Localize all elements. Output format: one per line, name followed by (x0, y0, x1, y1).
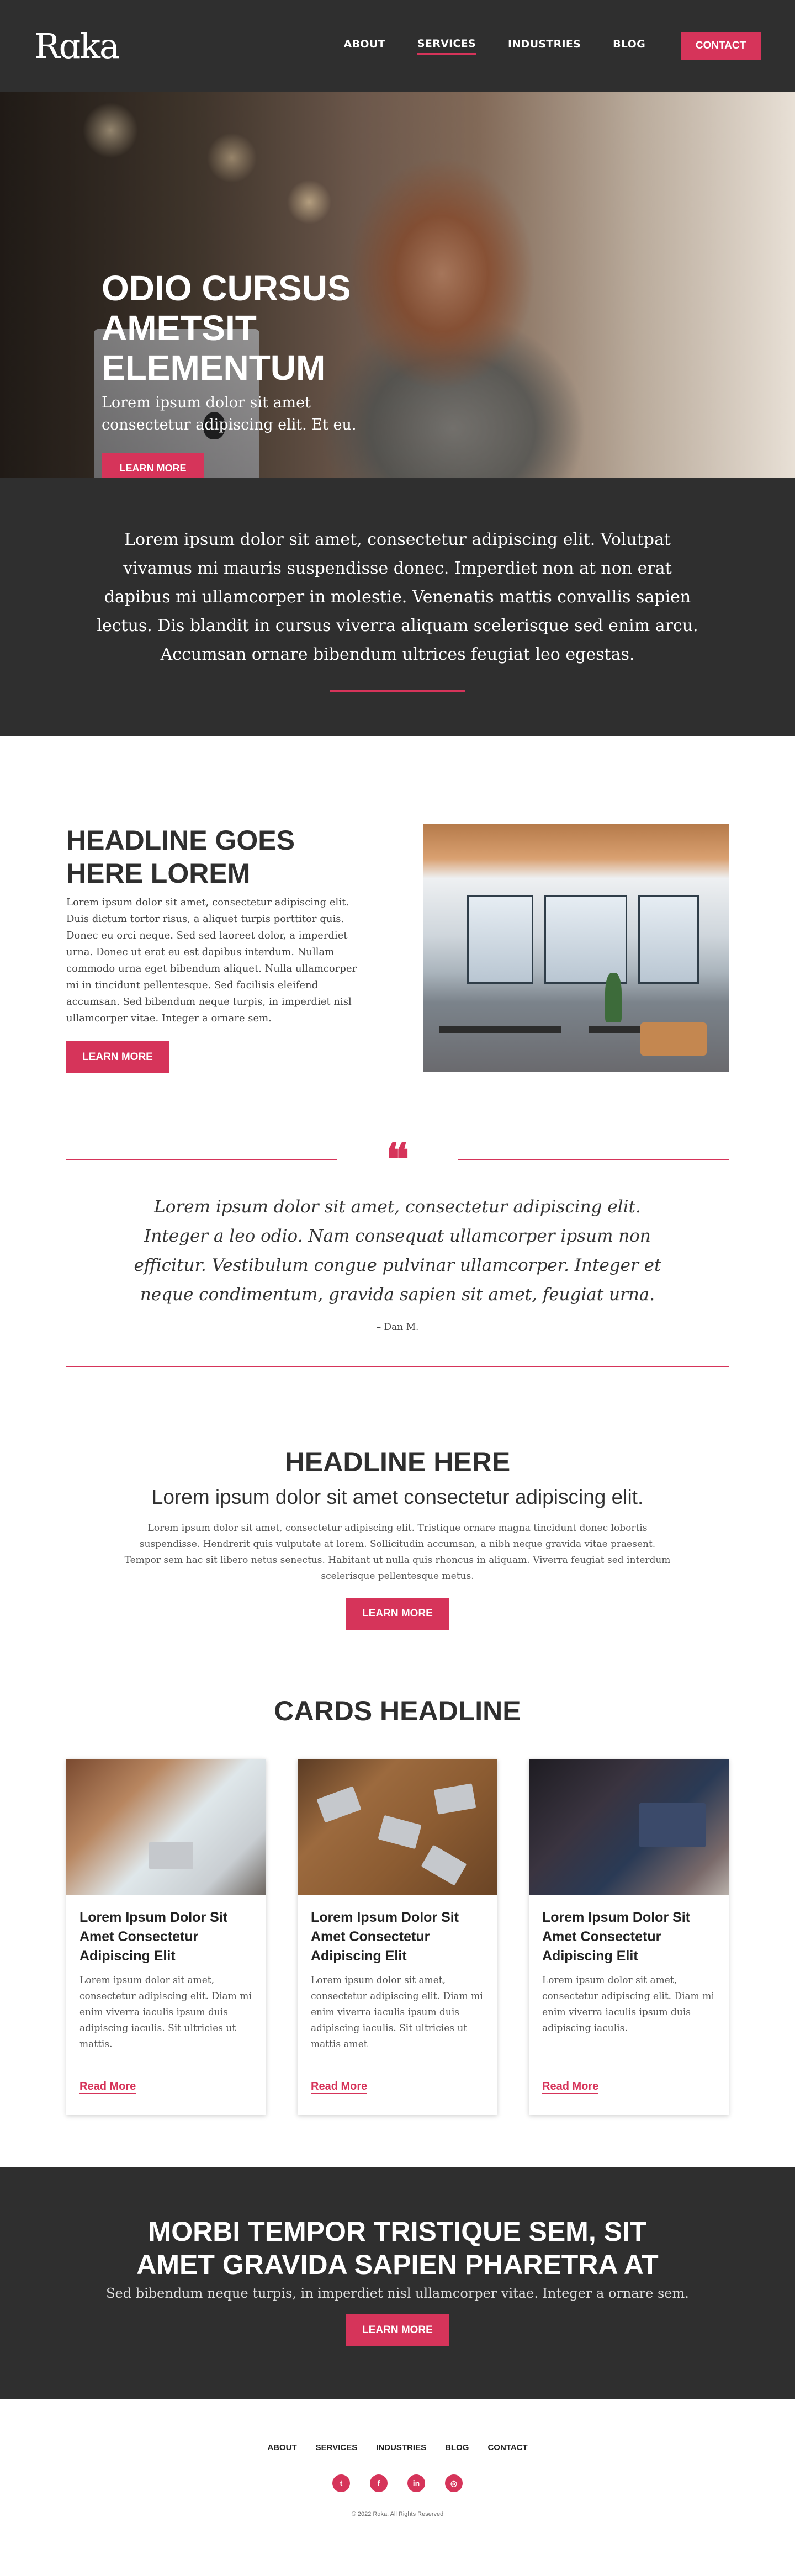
plant-icon (605, 973, 622, 1022)
cta-subtitle: Sed bibendum neque turpis, in imperdiet … (106, 2286, 689, 2301)
intro-section: Lorem ipsum dolor sit amet, consectetur … (0, 478, 795, 736)
laptop-icon (378, 1815, 422, 1849)
intro-text: Lorem ipsum dolor sit amet, consectetur … (97, 530, 698, 664)
card[interactable]: Lorem Ipsum Dolor Sit Amet Consectetur A… (529, 1759, 729, 2115)
card-title: Lorem Ipsum Dolor Sit Amet Consectetur A… (80, 1910, 228, 1964)
hero-title: ODIO CURSUS AMETSIT ELEMENTUM (102, 268, 351, 388)
quote-line-right (458, 1159, 729, 1160)
footer-link-blog[interactable]: BLOG (445, 2443, 469, 2452)
laptop-icon (149, 1842, 193, 1869)
nav-item-blog[interactable]: BLOG (613, 38, 645, 54)
card-body: Lorem Ipsum Dolor Sit Amet Consectetur A… (529, 1895, 729, 2037)
read-more-link[interactable]: Read More (542, 2080, 599, 2094)
linkedin-icon[interactable]: in (407, 2474, 425, 2492)
hero-content: ODIO CURSUS AMETSIT ELEMENTUM Lorem ipsu… (102, 268, 389, 478)
facebook-icon[interactable]: f (370, 2474, 388, 2492)
site-footer: ABOUT SERVICES INDUSTRIES BLOG CONTACT t… (0, 2443, 795, 2517)
office-window (467, 895, 533, 984)
footer-link-contact[interactable]: CONTACT (487, 2443, 527, 2452)
hero-learn-more-button[interactable]: LEARN MORE (102, 453, 204, 478)
hero-section: ODIO CURSUS AMETSIT ELEMENTUM Lorem ipsu… (0, 92, 795, 478)
nav-item-about[interactable]: ABOUT (344, 38, 385, 54)
office-window (544, 895, 627, 984)
card-text: Lorem ipsum dolor sit amet, consectetur … (542, 1975, 714, 2034)
card-body: Lorem Ipsum Dolor Sit Amet Consectetur A… (298, 1895, 497, 2053)
quote-icon: ❝ (385, 1133, 410, 1185)
card-text: Lorem ipsum dolor sit amet, consectetur … (311, 1975, 483, 2050)
footer-link-about[interactable]: ABOUT (267, 2443, 296, 2452)
office-window (638, 895, 699, 984)
social-links: t f in ◎ (0, 2474, 795, 2492)
logo[interactable]: Rɑka (34, 26, 120, 66)
nav-item-services[interactable]: SERVICES (417, 38, 476, 55)
feature-text-block: HEADLINE GOES HERE LOREM Lorem ipsum dol… (66, 824, 364, 1123)
card-image (529, 1759, 729, 1895)
footer-link-services[interactable]: SERVICES (316, 2443, 358, 2452)
card-text: Lorem ipsum dolor sit amet, consectetur … (80, 1975, 252, 2050)
feature-body: Lorem ipsum dolor sit amet, consectetur … (66, 897, 357, 1024)
feature-title: HEADLINE GOES HERE LOREM (66, 825, 295, 889)
read-more-link[interactable]: Read More (80, 2080, 136, 2094)
headline-body: Lorem ipsum dolor sit amet, consectetur … (124, 1523, 671, 1582)
footer-nav: ABOUT SERVICES INDUSTRIES BLOG CONTACT (0, 2443, 795, 2452)
copyright: © 2022 Rɑka. All Rights Reserved (351, 2511, 444, 2517)
laptop-icon (421, 1844, 467, 1886)
quote-header: ❝ (66, 1133, 729, 1185)
laptop-icon (433, 1783, 476, 1815)
card-title: Lorem Ipsum Dolor Sit Amet Consectetur A… (542, 1910, 691, 1964)
twitter-icon[interactable]: t (332, 2474, 350, 2492)
card-image (66, 1759, 266, 1895)
cta-learn-more-button[interactable]: LEARN MORE (346, 2314, 449, 2346)
feature-learn-more-button[interactable]: LEARN MORE (66, 1041, 169, 1073)
nav-item-industries[interactable]: INDUSTRIES (508, 38, 581, 54)
cards-grid: Lorem Ipsum Dolor Sit Amet Consectetur A… (66, 1759, 729, 2115)
testimonial-section: ❝ Lorem ipsum dolor sit amet, consectetu… (66, 1133, 729, 1367)
cta-section: MORBI TEMPOR TRISTIQUE SEM, SIT AMET GRA… (0, 2167, 795, 2399)
footer-link-industries[interactable]: INDUSTRIES (376, 2443, 426, 2452)
headline-subtitle: Lorem ipsum dolor sit amet consectetur a… (151, 1486, 644, 1508)
card[interactable]: Lorem Ipsum Dolor Sit Amet Consectetur A… (66, 1759, 266, 2115)
quote-line-left (66, 1159, 337, 1160)
laptop-icon (316, 1786, 362, 1823)
feature-section: HEADLINE GOES HERE LOREM Lorem ipsum dol… (0, 736, 795, 1123)
card[interactable]: Lorem Ipsum Dolor Sit Amet Consectetur A… (298, 1759, 497, 2115)
headline-section: HEADLINE HERE Lorem ipsum dolor sit amet… (0, 1445, 795, 1630)
quote-text: Lorem ipsum dolor sit amet, consectetur … (134, 1197, 661, 1305)
office-desk (439, 1026, 561, 1033)
office-sofa (640, 1022, 707, 1056)
main-nav: ABOUT SERVICES INDUSTRIES BLOG CONTACT (312, 32, 761, 60)
contact-button[interactable]: CONTACT (681, 32, 761, 60)
quote-bottom-line (66, 1366, 729, 1367)
laptop-icon (639, 1803, 706, 1847)
cards-title: CARDS HEADLINE (274, 1695, 521, 1726)
headline-title: HEADLINE HERE (284, 1446, 511, 1477)
instagram-icon[interactable]: ◎ (445, 2474, 463, 2492)
office-photo (423, 824, 729, 1072)
headline-learn-more-button[interactable]: LEARN MORE (346, 1598, 449, 1630)
quote-author: – Dan M. (376, 1322, 419, 1333)
card-body: Lorem Ipsum Dolor Sit Amet Consectetur A… (66, 1895, 266, 2053)
cta-title: MORBI TEMPOR TRISTIQUE SEM, SIT AMET GRA… (136, 2216, 659, 2280)
card-title: Lorem Ipsum Dolor Sit Amet Consectetur A… (311, 1910, 459, 1964)
intro-divider (330, 690, 465, 692)
hero-subtitle: Lorem ipsum dolor sit amet consectetur a… (102, 394, 357, 433)
card-image (298, 1759, 497, 1895)
site-header: Rɑka ABOUT SERVICES INDUSTRIES BLOG CONT… (0, 0, 795, 92)
read-more-link[interactable]: Read More (311, 2080, 368, 2094)
